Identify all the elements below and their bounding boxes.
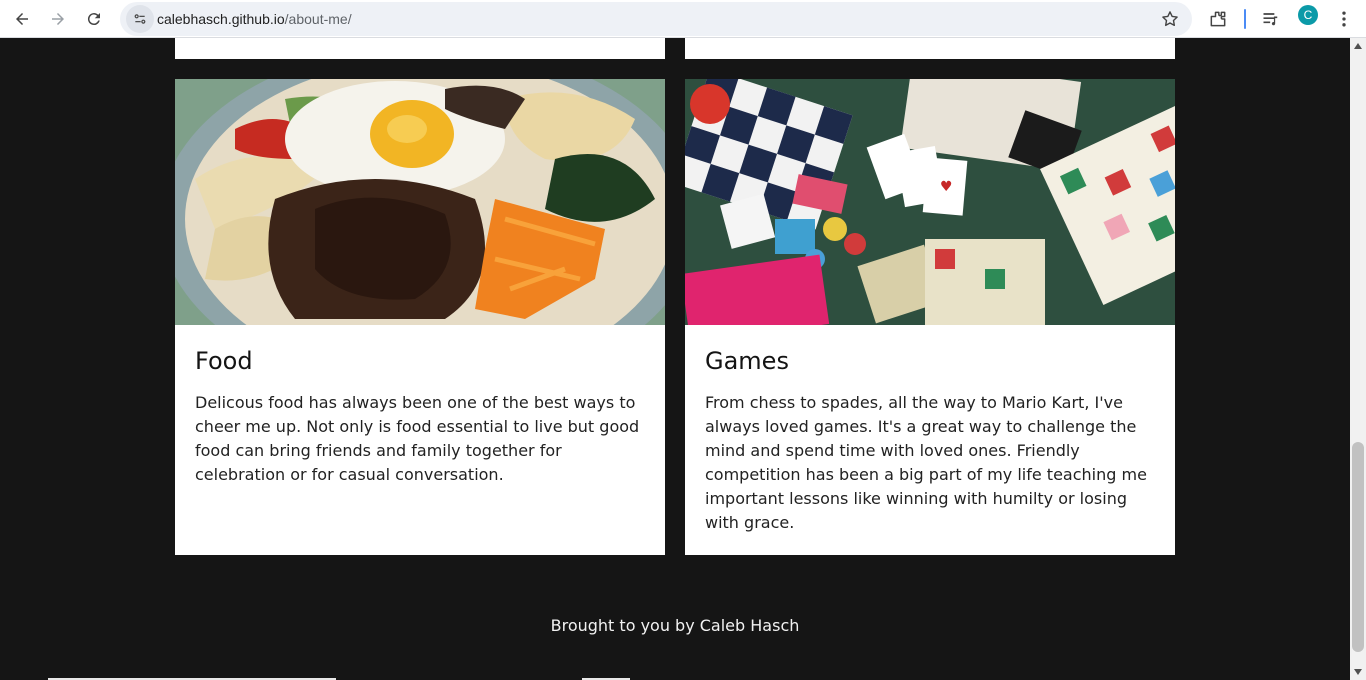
scroll-up-arrow-icon[interactable] (1354, 43, 1362, 49)
reload-button[interactable] (78, 3, 110, 35)
scrollbar-thumb[interactable] (1352, 442, 1364, 652)
profile-avatar[interactable]: C (1298, 5, 1318, 25)
kebab-menu-icon (1342, 11, 1346, 27)
svg-text:♥: ♥ (940, 179, 953, 195)
page-footer: Brought to you by Caleb Hasch (550, 616, 800, 635)
media-controls-button[interactable] (1257, 5, 1285, 33)
board-games-photo: ♥ (685, 79, 1175, 325)
previous-card-bottom-left (175, 38, 665, 59)
back-button[interactable] (6, 3, 38, 35)
food-card-title: Food (195, 347, 253, 375)
previous-card-bottom-right (685, 38, 1175, 59)
bookmark-star-icon[interactable] (1160, 9, 1180, 29)
extensions-button[interactable] (1204, 5, 1232, 33)
url-text: calebhasch.github.io/about-me/ (157, 2, 352, 36)
vertical-scrollbar[interactable] (1350, 38, 1366, 680)
toolbar-divider (1244, 9, 1246, 29)
board-games-illustration: ♥ (685, 79, 1175, 325)
bibimbap-illustration (175, 79, 665, 325)
food-card-body: Delicous food has always been one of the… (195, 393, 640, 484)
page-viewport: Food Delicous food has always been one o… (0, 38, 1350, 680)
url-path: /about-me/ (284, 11, 352, 27)
food-card: Food Delicous food has always been one o… (175, 79, 665, 555)
media-controls-icon (1263, 13, 1278, 26)
address-bar[interactable]: calebhasch.github.io/about-me/ (120, 2, 1192, 36)
bibimbap-photo (175, 79, 665, 325)
reload-icon (87, 13, 100, 26)
site-info-icon (134, 14, 146, 24)
site-info-button[interactable] (126, 5, 154, 33)
browser-menu-button[interactable] (1330, 5, 1358, 33)
extensions-icon (1210, 11, 1226, 27)
forward-icon (52, 13, 64, 25)
games-card-body: From chess to spades, all the way to Mar… (705, 393, 1147, 532)
forward-button[interactable] (42, 3, 74, 35)
url-host: calebhasch.github.io (157, 11, 285, 27)
back-icon (16, 13, 28, 25)
scroll-down-arrow-icon[interactable] (1354, 669, 1362, 675)
games-card: ♥ Games From chess to spades, all the wa… (685, 79, 1175, 555)
browser-toolbar: calebhasch.github.io/about-me/ C (0, 0, 1366, 38)
games-card-title: Games (705, 347, 789, 375)
